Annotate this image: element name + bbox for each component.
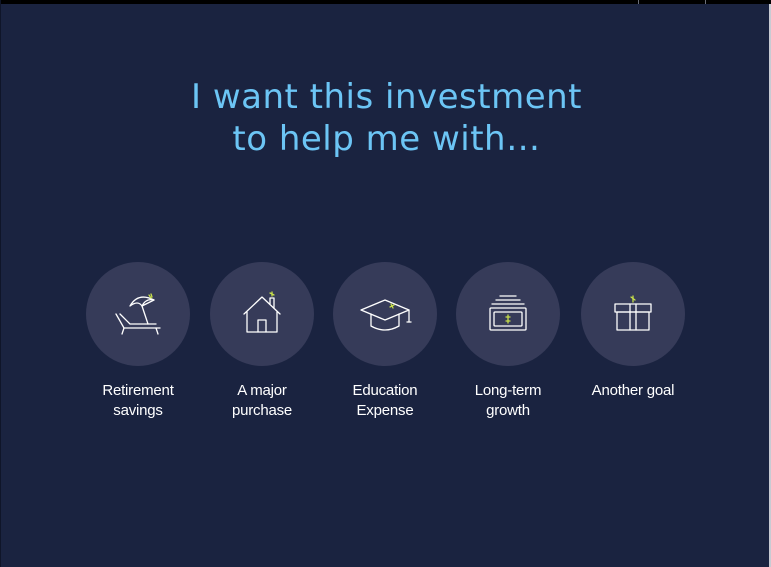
gift-icon xyxy=(614,295,652,331)
goal-option-retirement-savings[interactable]: Retirement savings xyxy=(76,262,200,421)
page-title-line-2: to help me with… xyxy=(232,119,541,159)
goal-label: Another goal xyxy=(591,382,675,399)
graduation-cap-icon xyxy=(360,299,412,331)
divider xyxy=(705,0,706,4)
beach-umbrella-icon xyxy=(115,293,161,335)
goal-selection-screen: I want this investment to help me with… … xyxy=(0,0,771,567)
goal-label: Education Expense xyxy=(352,382,418,419)
goal-label: A major purchase xyxy=(231,382,293,419)
divider xyxy=(638,0,639,4)
page-title-line-1: I want this investment xyxy=(190,77,582,117)
top-bar xyxy=(1,0,771,4)
house-icon xyxy=(243,291,281,333)
goal-option-long-term-growth[interactable]: Long-term growth xyxy=(446,262,570,421)
goal-icon-circle xyxy=(333,262,437,366)
goal-option-another-goal[interactable]: Another goal xyxy=(571,262,695,401)
goal-option-major-purchase[interactable]: A major purchase xyxy=(200,262,324,421)
goal-icon-circle xyxy=(581,262,685,366)
goal-icon-circle xyxy=(86,262,190,366)
goal-label: Retirement savings xyxy=(102,382,174,419)
goal-label: Long-term growth xyxy=(474,382,542,419)
money-stack-icon xyxy=(489,295,527,331)
goal-icon-circle xyxy=(456,262,560,366)
goal-option-education-expense[interactable]: Education Expense xyxy=(323,262,447,421)
goal-icon-circle xyxy=(210,262,314,366)
